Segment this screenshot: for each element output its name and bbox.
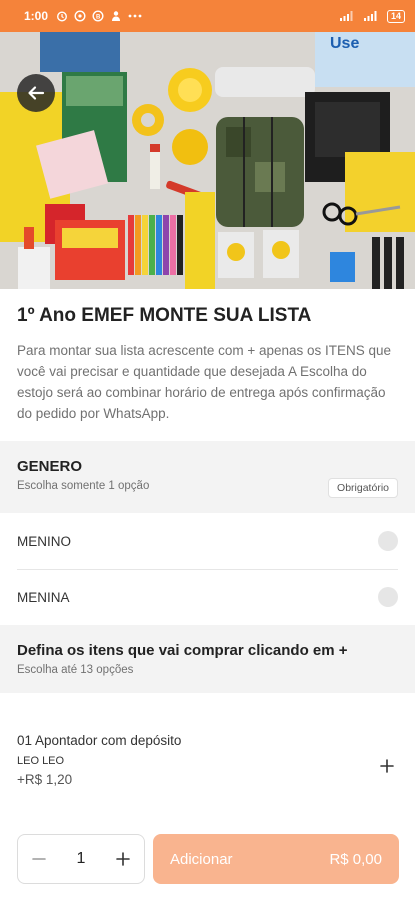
product-title: 1º Ano EMEF MONTE SUA LISTA xyxy=(17,305,312,326)
quantity-stepper: 1 xyxy=(17,834,145,884)
battery-icon: 14 xyxy=(386,9,405,23)
decrease-button[interactable] xyxy=(28,848,50,870)
person-icon xyxy=(112,11,121,21)
add-button-label: Adicionar xyxy=(170,850,233,868)
option-label: MENINA xyxy=(17,589,70,605)
alarm-icon xyxy=(57,11,68,22)
radio-button[interactable] xyxy=(378,531,398,551)
status-time: 1:00 xyxy=(24,9,49,23)
item-name: 01 Apontador com depósito xyxy=(17,733,182,748)
add-to-cart-button[interactable]: Adicionar R$ 0,00 xyxy=(153,834,399,884)
option-menina[interactable]: MENINA xyxy=(0,569,415,625)
product-image: Use xyxy=(0,32,415,289)
itens-subtitle: Escolha até 13 opções xyxy=(17,664,134,676)
option-menino[interactable]: MENINO xyxy=(0,513,415,569)
whatsapp-icon xyxy=(74,10,86,22)
item-brand: LEO LEO xyxy=(17,755,65,767)
status-bar: 1:00 B 14 xyxy=(0,0,415,32)
more-dots-icon xyxy=(128,14,142,18)
svg-text:B: B xyxy=(96,15,101,21)
genero-section-header: GENERO Escolha somente 1 opção Obrigatór… xyxy=(0,441,415,513)
product-description: Para montar sua lista acrescente com + a… xyxy=(17,343,392,421)
add-item-button[interactable] xyxy=(376,755,398,777)
signal-icon xyxy=(339,11,353,21)
minus-icon xyxy=(32,858,46,860)
plus-icon xyxy=(116,852,130,866)
school-supplies-photo: Use xyxy=(0,32,415,289)
item-price: +R$ 1,20 xyxy=(17,772,73,787)
notification-icons: B xyxy=(56,10,142,22)
option-label: MENINO xyxy=(17,533,71,549)
quantity-value: 1 xyxy=(76,850,86,867)
itens-title: Defina os itens que vai comprar clicando… xyxy=(17,642,348,659)
product-info: 1º Ano EMEF MONTE SUA LISTA Para montar … xyxy=(0,289,415,424)
svg-text:Use: Use xyxy=(330,35,359,52)
genero-title: GENERO xyxy=(17,458,83,475)
plus-icon xyxy=(380,759,394,773)
itens-section-header: Defina os itens que vai comprar clicando… xyxy=(0,625,415,693)
list-item: 01 Apontador com depósito LEO LEO +R$ 1,… xyxy=(0,733,415,787)
system-icons: 14 xyxy=(339,9,405,23)
radio-button[interactable] xyxy=(378,587,398,607)
back-arrow-icon xyxy=(28,86,45,100)
required-badge: Obrigatório xyxy=(328,478,398,498)
whatsapp-business-icon: B xyxy=(92,10,104,22)
back-button[interactable] xyxy=(17,74,55,112)
signal-2-icon xyxy=(363,11,377,21)
add-button-total: R$ 0,00 xyxy=(329,850,382,868)
increase-button[interactable] xyxy=(112,848,134,870)
